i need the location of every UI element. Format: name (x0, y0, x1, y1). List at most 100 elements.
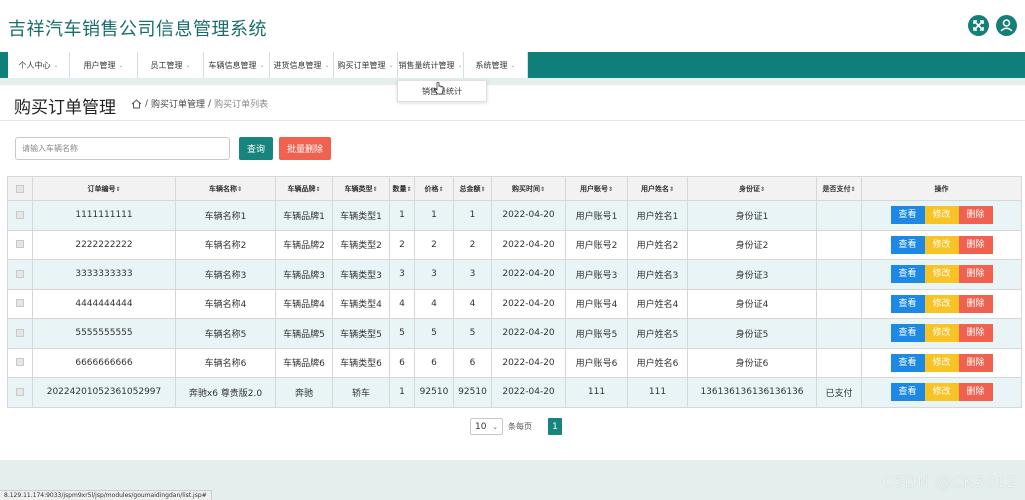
view-button[interactable]: 查看 (890, 235, 925, 254)
query-button[interactable]: 查询 (239, 137, 273, 160)
breadcrumb-section[interactable]: 购买订单管理 (151, 97, 205, 110)
edit-button[interactable]: 修改 (924, 383, 959, 402)
row-actions: 查看 修改 删除 (861, 229, 1022, 260)
app-title: 吉祥汽车销售公司信息管理系统 (8, 19, 267, 40)
delete-button[interactable]: 删除 (958, 324, 993, 343)
column-header[interactable]: 车辆品牌⇕ (275, 176, 333, 201)
action-group: 查看 修改 删除 (863, 324, 1021, 343)
chevron-down-icon: ⌄ (118, 61, 124, 69)
table-cell: 2022-04-20 (491, 318, 566, 349)
table-cell: 4 (389, 288, 415, 319)
delete-button[interactable]: 删除 (958, 294, 993, 313)
edit-button[interactable]: 修改 (924, 353, 959, 372)
column-header[interactable]: 总金额⇕ (453, 176, 492, 201)
table-cell: 2022-04-20 (491, 377, 566, 408)
table-cell: 2022-04-20 (491, 229, 566, 260)
nav-item-label: 用户管理 (83, 60, 116, 70)
table-cell (816, 229, 862, 260)
table-cell: 用户姓名5 (627, 318, 688, 349)
table-cell: 车辆类型6 (332, 347, 390, 378)
column-header[interactable]: 价格⇕ (414, 176, 454, 201)
table-cell: 车辆名称1 (175, 200, 276, 231)
table-cell: 用户账号1 (565, 200, 628, 231)
column-header[interactable]: 车辆名称⇕ (175, 176, 276, 201)
edit-button[interactable]: 修改 (924, 235, 959, 254)
batch-delete-button[interactable]: 批量删除 (279, 137, 331, 160)
row-checkbox[interactable] (16, 269, 24, 278)
nav-item[interactable]: 员工管理 ⌄ (138, 52, 204, 78)
column-header[interactable]: 订单编号⇕ (32, 176, 176, 201)
view-button[interactable]: 查看 (890, 383, 925, 402)
delete-button[interactable]: 删除 (958, 206, 993, 225)
nav-item[interactable]: 车辆信息管理 ⌄ (204, 52, 270, 78)
table-cell: 1 (453, 200, 492, 231)
table-row: 6666666666 车辆名称6 车辆品牌6 车辆类型6 6 6 6 2022-04-20 用户… (7, 347, 1022, 378)
nav-item[interactable]: 系统管理 ⌄ (464, 52, 528, 78)
expand-icon[interactable] (968, 15, 989, 36)
sort-icon: ⇕ (539, 185, 546, 193)
nav-item[interactable]: 个人中心 ⌄ (8, 52, 70, 78)
column-header[interactable]: 数量⇕ (389, 176, 415, 201)
home-icon[interactable] (131, 98, 142, 109)
table-cell: 3 (389, 259, 415, 290)
row-checkbox[interactable] (16, 328, 24, 337)
row-actions: 查看 修改 删除 (861, 347, 1022, 378)
delete-button[interactable]: 删除 (958, 235, 993, 254)
edit-button[interactable]: 修改 (924, 206, 959, 225)
nav-item[interactable]: 销售量统计管理 ⌄ (398, 52, 464, 78)
table-cell: 1 (389, 200, 415, 231)
nav-item[interactable]: 购买订单管理 ⌄ (334, 52, 398, 78)
row-checkbox[interactable] (16, 210, 24, 219)
column-header[interactable]: 身份证⇕ (687, 176, 817, 201)
user-icon[interactable] (996, 15, 1017, 36)
nav-item[interactable]: 用户管理 ⌄ (70, 52, 138, 78)
search-input[interactable] (15, 137, 230, 160)
delete-button[interactable]: 删除 (958, 265, 993, 284)
view-button[interactable]: 查看 (890, 206, 925, 225)
page-size-select[interactable]: 10 ⌄ (470, 418, 503, 435)
column-header[interactable]: 用户账号⇕ (565, 176, 628, 201)
column-header[interactable]: 是否支付⇕ (816, 176, 862, 201)
edit-button[interactable]: 修改 (924, 324, 959, 343)
column-header-label: 车辆名称 (208, 184, 237, 193)
view-button[interactable]: 查看 (890, 294, 925, 313)
view-button[interactable]: 查看 (890, 324, 925, 343)
nav-item[interactable]: 进货信息管理 ⌄ (270, 52, 334, 78)
delete-button[interactable]: 删除 (958, 353, 993, 372)
table-cell: 4 (453, 288, 492, 319)
view-button[interactable]: 查看 (890, 353, 925, 372)
table-cell: 车辆类型1 (332, 200, 390, 231)
action-group: 查看 修改 删除 (863, 353, 1021, 372)
page-number-current[interactable]: 1 (548, 418, 562, 435)
column-header[interactable]: 购买时间⇕ (491, 176, 566, 201)
row-checkbox[interactable] (16, 299, 24, 308)
delete-button[interactable]: 删除 (958, 383, 993, 402)
table-cell: 20224201052361052997 (32, 377, 176, 408)
row-actions: 查看 修改 删除 (861, 377, 1022, 408)
row-checkbox[interactable] (16, 358, 24, 367)
row-checkbox[interactable] (16, 240, 24, 249)
column-header[interactable]: 用户姓名⇕ (627, 176, 688, 201)
table-header-row: 订单编号⇕ 车辆名称⇕ 车辆品牌⇕ 车辆类型⇕ 数量⇕ 价格⇕ 总金额⇕ 购买时间⇕ 用户账号⇕… (7, 176, 1022, 201)
nav-item-label: 车辆信息管理 (208, 60, 257, 70)
table-cell: 车辆名称4 (175, 288, 276, 319)
select-all-checkbox[interactable] (16, 184, 24, 193)
table-cell: 111 (627, 377, 688, 408)
table-cell: 车辆名称6 (175, 347, 276, 378)
row-actions: 查看 修改 删除 (861, 200, 1022, 231)
row-checkbox[interactable] (16, 387, 24, 396)
breadcrumb-current: 购买订单列表 (214, 100, 269, 110)
table-cell: 轿车 (332, 377, 390, 408)
edit-button[interactable]: 修改 (924, 265, 959, 284)
column-header[interactable]: 车辆类型⇕ (332, 176, 390, 201)
header-select-all (7, 176, 33, 201)
table-cell: 车辆类型2 (332, 229, 390, 260)
mouse-pointer-icon (434, 82, 444, 95)
table-cell: 车辆类型5 (332, 318, 390, 349)
table-cell: 2 (453, 229, 492, 260)
column-header: 操作 (861, 176, 1022, 201)
table-row: 3333333333 车辆名称3 车辆品牌3 车辆类型3 3 3 3 2022-04-20 用户… (7, 259, 1022, 290)
view-button[interactable]: 查看 (890, 265, 925, 284)
edit-button[interactable]: 修改 (924, 294, 959, 313)
table-cell: 92510 (453, 377, 492, 408)
